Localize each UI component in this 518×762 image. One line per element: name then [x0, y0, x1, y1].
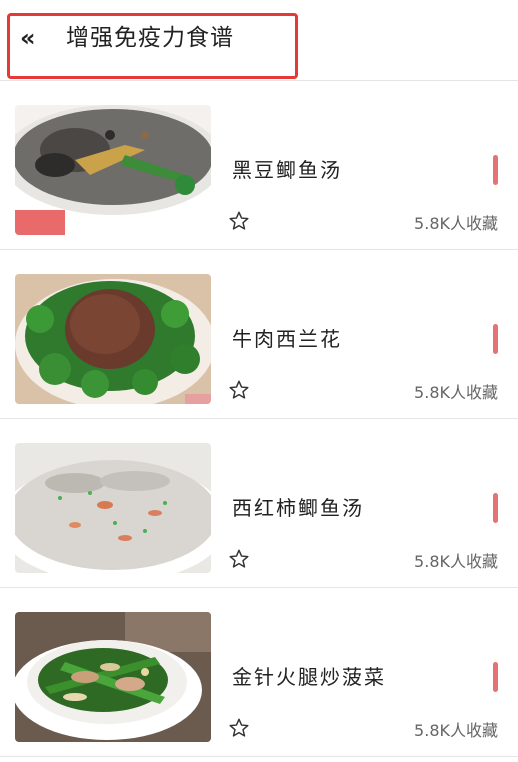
page-title: 增强免疫力食谱	[66, 25, 234, 51]
accent-bar	[493, 324, 498, 354]
star-icon[interactable]	[228, 548, 250, 570]
recipe-name: 金针火腿炒菠菜	[232, 665, 386, 689]
favorites-count: 5.8K人收藏	[414, 552, 498, 571]
accent-bar	[493, 493, 498, 523]
recipe-image[interactable]	[15, 443, 211, 573]
recipe-image[interactable]	[15, 274, 211, 404]
header-bar: « 增强免疫力食谱	[0, 0, 518, 81]
recipe-name: 西红柿鲫鱼汤	[232, 496, 364, 520]
list-item[interactable]: 西红柿鲫鱼汤 5.8K人收藏	[0, 419, 518, 588]
accent-bar	[493, 662, 498, 692]
list-item[interactable]: 牛肉西兰花 5.8K人收藏	[0, 250, 518, 419]
favorites-count: 5.8K人收藏	[414, 721, 498, 740]
list-item[interactable]: 金针火腿炒菠菜 5.8K人收藏	[0, 588, 518, 757]
recipe-image[interactable]	[15, 105, 211, 235]
recipe-name: 黑豆鲫鱼汤	[232, 158, 342, 182]
favorites-count: 5.8K人收藏	[414, 214, 498, 233]
star-icon[interactable]	[228, 379, 250, 401]
recipe-image[interactable]	[15, 612, 211, 742]
recipe-name: 牛肉西兰花	[232, 327, 342, 351]
recipe-list: 黑豆鲫鱼汤 5.8K人收藏 牛肉西兰花 5.8K人收藏 西红柿鲫鱼汤 5.8K人…	[0, 81, 518, 757]
list-item[interactable]: 黑豆鲫鱼汤 5.8K人收藏	[0, 81, 518, 250]
favorites-count: 5.8K人收藏	[414, 383, 498, 402]
accent-bar	[493, 155, 498, 185]
star-icon[interactable]	[228, 210, 250, 232]
star-icon[interactable]	[228, 717, 250, 739]
back-icon[interactable]: «	[20, 24, 44, 52]
